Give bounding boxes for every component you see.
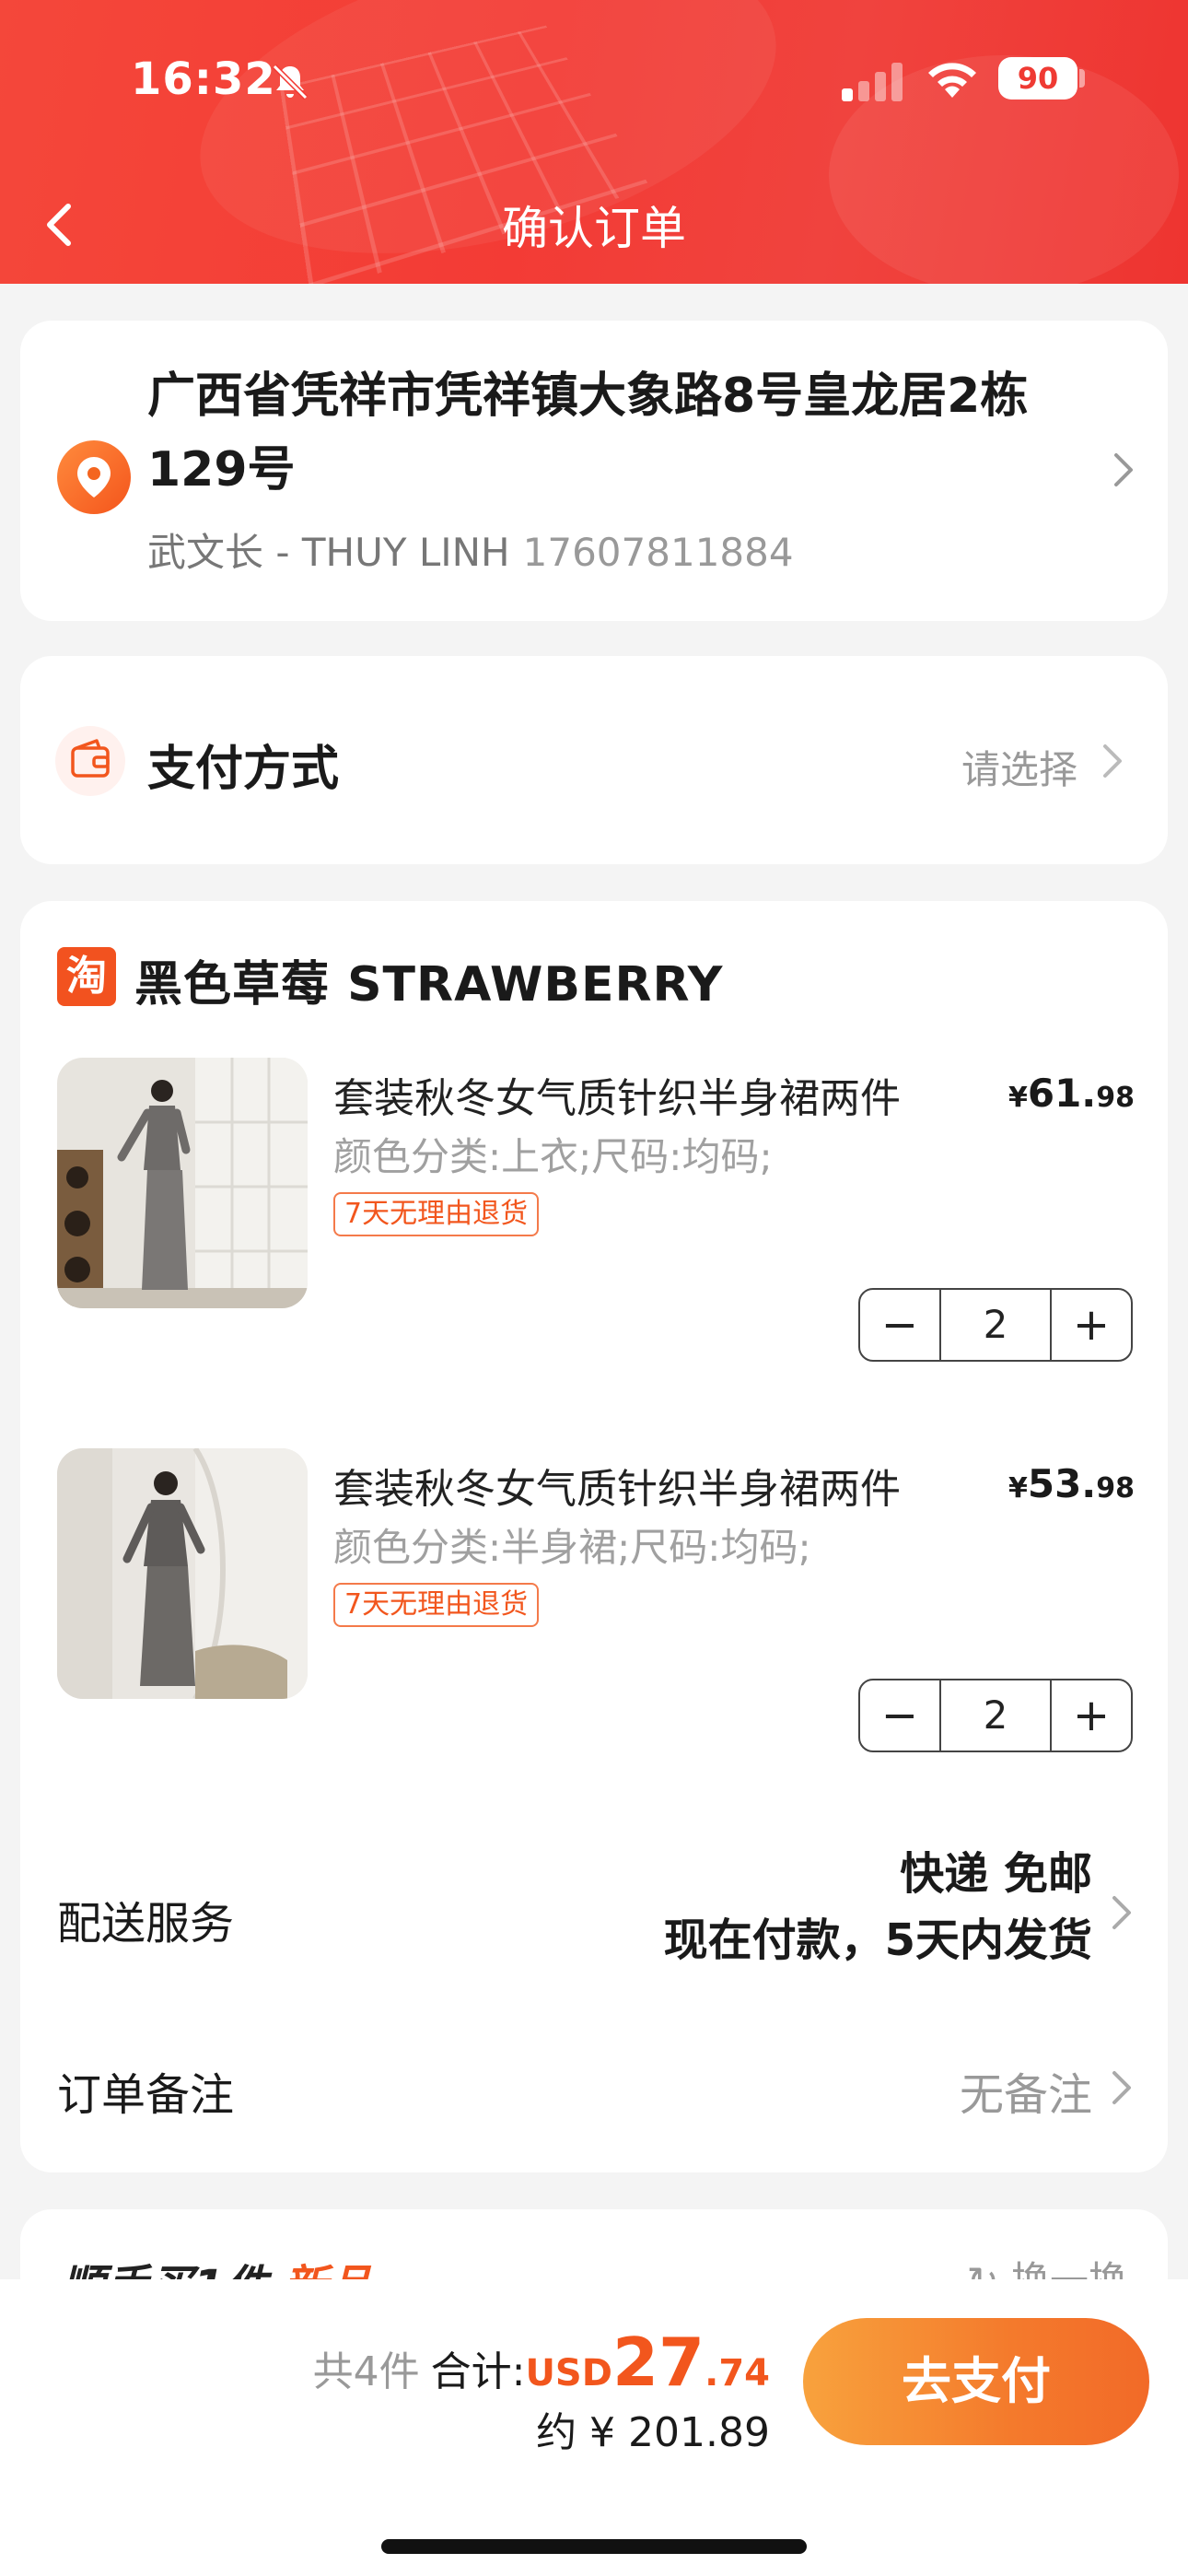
header: 16:32 90 确认订单 (0, 0, 1188, 284)
chevron-right-icon (1112, 1896, 1131, 1929)
page-title: 确认订单 (502, 202, 686, 255)
recipient-name: 武文长 - THUY LINH (147, 530, 510, 575)
status-bar: 16:32 90 (0, 0, 1188, 157)
total-integer: 27 (611, 2324, 705, 2401)
order-total: 共4件 合计:USD27.74 (313, 2324, 770, 2401)
battery-level: 90 (1017, 61, 1059, 96)
delivery-time: 现在付款，5天内发货 (663, 1914, 1092, 1966)
total-currency: USD (525, 2352, 612, 2395)
payment-method-label: 支付方式 (147, 742, 340, 797)
chevron-right-icon (1114, 453, 1133, 486)
battery-tip (1079, 69, 1085, 88)
quantity-value[interactable]: 2 (939, 1290, 1052, 1360)
return-policy-badge: 7天无理由退货 (333, 1192, 540, 1236)
shop-name[interactable]: 黑色草莓 STRAWBERRY (134, 945, 723, 1014)
signal-icon (842, 63, 903, 101)
decrease-quantity-button[interactable]: − (860, 1290, 939, 1360)
increase-quantity-button[interactable]: + (1052, 1680, 1131, 1751)
delivery-service-label[interactable]: 配送服务 (57, 1887, 234, 1951)
payment-method-card[interactable]: 支付方式 请选择 (20, 656, 1168, 864)
checkout-bar: 共4件 合计:USD27.74 约 ¥ 201.89 去支付 (0, 2279, 1188, 2576)
quantity-stepper: − 2 + (858, 1679, 1133, 1752)
product-title[interactable]: 套装秋冬女气质针织半身裙两件 (333, 1065, 901, 1124)
address-contact: 武文长 - THUY LINH 17607811884 (147, 521, 794, 578)
battery-indicator: 90 (998, 57, 1077, 100)
bell-off-icon (272, 64, 309, 100)
taobao-shop-icon: 淘 (57, 947, 116, 1006)
shop-order-card: 淘 黑色草莓 STRAWBERRY 套装秋冬女气质针织半身裙两件 ¥61.98 … (20, 901, 1168, 2172)
delivery-service-value[interactable]: 快递 免邮 现在付款，5天内发货 (664, 1841, 1092, 1973)
delivery-method: 快递 免邮 (900, 1848, 1092, 1900)
increase-quantity-button[interactable]: + (1052, 1290, 1131, 1360)
quantity-stepper: − 2 + (858, 1288, 1133, 1362)
product-item: 套装秋冬女气质针织半身裙两件 ¥61.98 颜色分类:上衣;尺码:均码; 7天无… (20, 1058, 1168, 1362)
address-card[interactable]: 广西省凭祥市凭祥镇大象路8号皇龙居2栋129号 武文长 - THUY LINH 1… (20, 321, 1168, 621)
location-pin-icon (57, 440, 131, 514)
pay-button[interactable]: 去支付 (803, 2318, 1149, 2445)
product-image[interactable] (57, 1448, 308, 1699)
wifi-icon (928, 63, 976, 98)
order-remark-label[interactable]: 订单备注 (57, 2058, 234, 2123)
product-image[interactable] (57, 1058, 308, 1308)
product-spec[interactable]: 颜色分类:半身裙;尺码:均码; (333, 1516, 811, 1573)
quantity-value[interactable]: 2 (939, 1680, 1052, 1751)
return-policy-badge: 7天无理由退货 (333, 1583, 540, 1627)
total-label: 合计: (430, 2348, 526, 2395)
decrease-quantity-button[interactable]: − (860, 1680, 939, 1751)
product-title[interactable]: 套装秋冬女气质针织半身裙两件 (333, 1456, 901, 1515)
total-decimal: .74 (705, 2352, 770, 2395)
recipient-phone: 17607811884 (522, 530, 794, 575)
item-count: 共4件 (312, 2348, 420, 2395)
product-spec[interactable]: 颜色分类:上衣;尺码:均码; (333, 1126, 773, 1182)
order-remark-value[interactable]: 无备注 (960, 2058, 1092, 2123)
product-price: ¥53.98 (1007, 1461, 1135, 1506)
status-time: 16:32 (131, 53, 276, 105)
approx-total-cny: 约 ¥ 201.89 (536, 2409, 770, 2456)
address-line: 广西省凭祥市凭祥镇大象路8号皇龙居2栋129号 (147, 369, 1029, 498)
chevron-right-icon (1112, 2071, 1131, 2104)
payment-method-value: 请选择 (961, 747, 1077, 792)
wallet-icon (55, 726, 125, 796)
chevron-right-icon (1103, 744, 1122, 778)
product-item: 套装秋冬女气质针织半身裙两件 ¥53.98 颜色分类:半身裙;尺码:均码; 7天… (20, 1448, 1168, 1752)
home-indicator[interactable] (381, 2539, 807, 2554)
product-price: ¥61.98 (1007, 1071, 1135, 1116)
